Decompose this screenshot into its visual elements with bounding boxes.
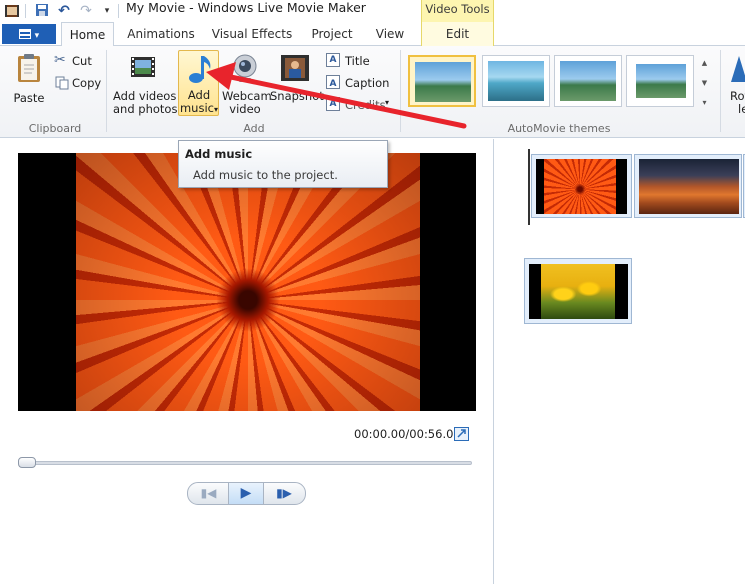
annotation-arrow (206, 62, 467, 129)
